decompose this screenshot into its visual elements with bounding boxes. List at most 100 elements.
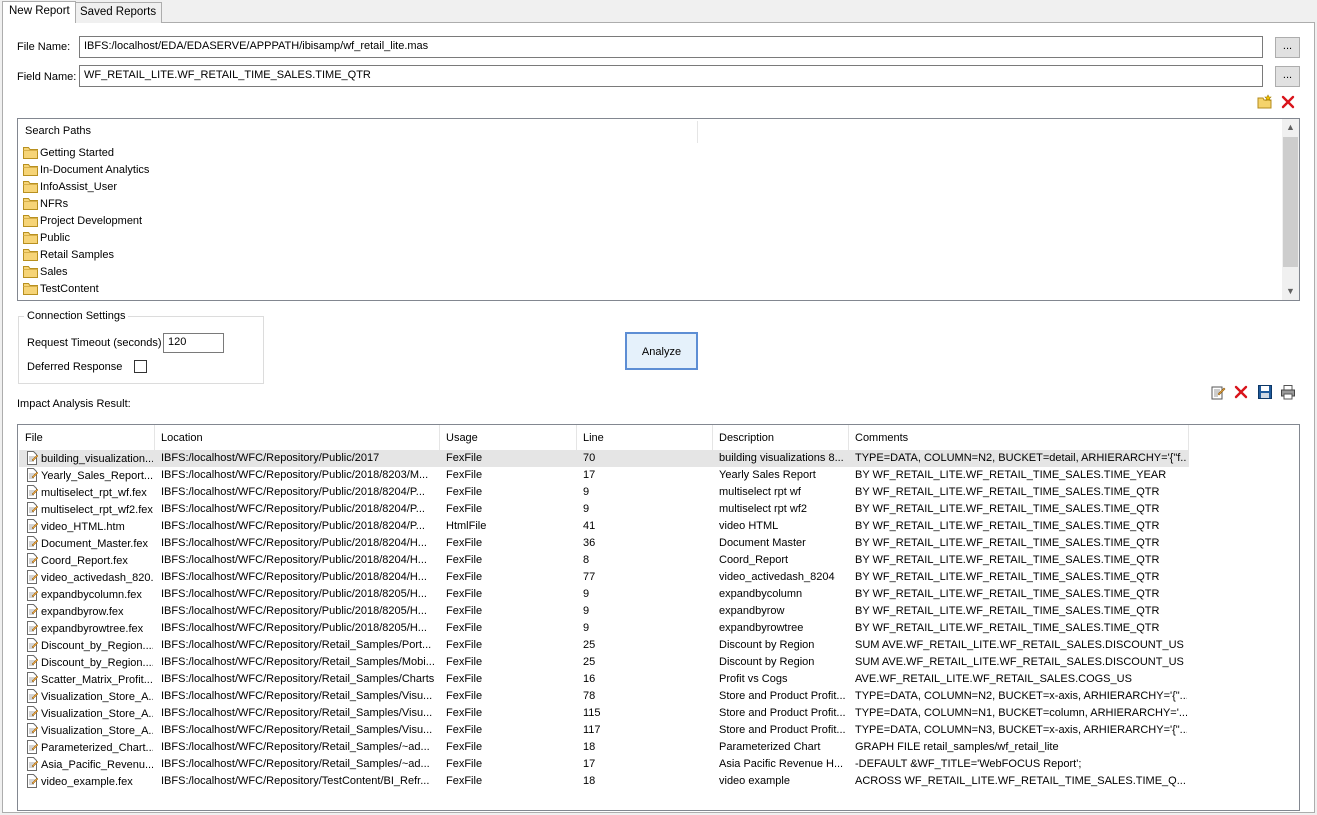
table-row[interactable]: Coord_Report.fex IBFS:/localhost/WFC/Repo… xyxy=(19,552,1189,569)
table-row[interactable]: multiselect_rpt_wf2.fex IBFS:/localhost/W… xyxy=(19,501,1189,518)
file-name-browse-button[interactable]: ... xyxy=(1275,37,1300,58)
col-file-text: Visualization_Store_A... xyxy=(41,691,153,703)
save-icon[interactable] xyxy=(1257,384,1273,400)
col-comments-text: BY WF_RETAIL_LITE.WF_RETAIL_TIME_SALES.T… xyxy=(855,503,1160,515)
search-path-label: Retail Samples xyxy=(40,249,114,261)
table-row[interactable]: expandbyrowtree.fex IBFS:/localhost/WFC/R… xyxy=(19,620,1189,637)
folder-icon xyxy=(23,181,38,193)
table-row[interactable]: Visualization_Store_A... IBFS:/localhost/… xyxy=(19,705,1189,722)
scroll-down-icon[interactable]: ▼ xyxy=(1282,283,1299,300)
col-comments-text: BY WF_RETAIL_LITE.WF_RETAIL_TIME_SALES.T… xyxy=(855,622,1160,634)
col-comments-text: TYPE=DATA, COLUMN=N3, BUCKET=x-axis, ARH… xyxy=(855,724,1187,736)
delete-icon[interactable] xyxy=(1233,384,1249,400)
edit-report-icon[interactable] xyxy=(1210,384,1226,400)
col-location-header[interactable]: Location xyxy=(155,425,440,450)
table-row[interactable]: expandbyrow.fex IBFS:/localhost/WFC/Repos… xyxy=(19,603,1189,620)
search-path-label: TestContent xyxy=(40,283,99,295)
field-name-browse-button[interactable]: ... xyxy=(1275,66,1300,87)
col-comments-cell: BY WF_RETAIL_LITE.WF_RETAIL_TIME_SALES.T… xyxy=(855,536,1187,551)
col-description-text: Discount by Region xyxy=(719,639,815,651)
col-description-header[interactable]: Description xyxy=(713,425,849,450)
table-row[interactable]: Parameterized_Chart.... IBFS:/localhost/W… xyxy=(19,739,1189,756)
col-usage-header[interactable]: Usage xyxy=(440,425,577,450)
fex-file-icon xyxy=(27,587,39,601)
col-comments-text: BY WF_RETAIL_LITE.WF_RETAIL_TIME_SALES.T… xyxy=(855,588,1160,600)
col-file-text: Document_Master.fex xyxy=(41,538,148,550)
col-comments-header[interactable]: Comments xyxy=(849,425,1189,450)
col-usage-cell: FexFile xyxy=(446,621,575,636)
table-row[interactable]: video_activedash_820... IBFS:/localhost/W… xyxy=(19,569,1189,586)
col-file-header[interactable]: File xyxy=(19,425,155,450)
table-row[interactable]: Document_Master.fex IBFS:/localhost/WFC/R… xyxy=(19,535,1189,552)
table-row[interactable]: Discount_by_Region.... IBFS:/localhost/WF… xyxy=(19,637,1189,654)
impact-analysis-results-table[interactable]: File Location Usage Line Description Comments… xyxy=(17,424,1300,811)
col-comments-cell: BY WF_RETAIL_LITE.WF_RETAIL_TIME_SALES.T… xyxy=(855,468,1187,483)
table-row[interactable]: Asia_Pacific_Revenu... IBFS:/localhost/WF… xyxy=(19,756,1189,773)
col-file-cell: Visualization_Store_A... xyxy=(25,706,153,722)
table-row[interactable]: video_HTML.htm IBFS:/localhost/WFC/Reposi… xyxy=(19,518,1189,535)
table-row[interactable]: Scatter_Matrix_Profit... IBFS:/localhost/… xyxy=(19,671,1189,688)
col-location-text: IBFS:/localhost/WFC/Repository/Retail_Sa… xyxy=(161,656,435,668)
deferred-response-checkbox[interactable] xyxy=(134,360,147,373)
search-paths-scrollbar[interactable]: ▲ ▼ xyxy=(1282,119,1299,300)
table-row[interactable]: Visualization_Store_A... IBFS:/localhost/… xyxy=(19,688,1189,705)
request-timeout-input[interactable]: 120 xyxy=(163,333,224,353)
table-row[interactable]: multiselect_rpt_wf.fex IBFS:/localhost/WF… xyxy=(19,484,1189,501)
col-file-cell: Coord_Report.fex xyxy=(25,553,153,569)
col-comments-text: BY WF_RETAIL_LITE.WF_RETAIL_TIME_SALES.T… xyxy=(855,520,1160,532)
table-row[interactable]: Discount_by_Region.... IBFS:/localhost/WF… xyxy=(19,654,1189,671)
col-line-text: 117 xyxy=(583,724,601,736)
fex-file-icon xyxy=(27,485,39,499)
tab-new-report[interactable]: New Report xyxy=(2,1,76,23)
col-line-cell: 117 xyxy=(583,723,711,738)
folder-icon xyxy=(23,232,38,244)
col-location-text: IBFS:/localhost/WFC/Repository/Retail_Sa… xyxy=(161,673,435,685)
search-path-item[interactable]: InfoAssist_User xyxy=(23,180,117,197)
col-line-text: 9 xyxy=(583,622,590,634)
search-path-item[interactable]: TestContent xyxy=(23,282,99,299)
col-usage-cell: FexFile xyxy=(446,689,575,704)
file-name-input[interactable]: IBFS:/localhost/EDA/EDASERVE/APPPATH/ibi… xyxy=(79,36,1263,58)
scroll-up-icon[interactable]: ▲ xyxy=(1282,119,1299,136)
fex-file-icon xyxy=(27,570,39,584)
search-path-item[interactable]: Sales xyxy=(23,265,68,282)
col-usage-cell: FexFile xyxy=(446,723,575,738)
table-row[interactable]: expandbycolumn.fex IBFS:/localhost/WFC/Re… xyxy=(19,586,1189,603)
remove-path-icon[interactable] xyxy=(1280,94,1296,110)
search-path-item[interactable]: In-Document Analytics xyxy=(23,163,149,180)
search-path-item[interactable]: Getting Started xyxy=(23,146,114,163)
col-comments-cell: -DEFAULT &WF_TITLE='WebFOCUS Report'; xyxy=(855,757,1187,772)
scrollbar-thumb[interactable] xyxy=(1283,137,1298,267)
col-file-text: Discount_by_Region.... xyxy=(41,657,153,669)
search-path-item[interactable]: Project Development xyxy=(23,214,142,231)
col-line-text: 9 xyxy=(583,605,590,617)
col-line-header[interactable]: Line xyxy=(577,425,713,450)
add-folder-icon[interactable] xyxy=(1257,94,1273,110)
col-file-text: Coord_Report.fex xyxy=(41,555,128,567)
table-row[interactable]: video_example.fex IBFS:/localhost/WFC/Rep… xyxy=(19,773,1189,790)
search-path-label: In-Document Analytics xyxy=(40,164,150,176)
table-row[interactable]: building_visualization... IBFS:/localhost… xyxy=(19,450,1189,467)
col-description-text: Asia Pacific Revenue H... xyxy=(719,758,844,770)
analyze-button[interactable]: Analyze xyxy=(625,332,698,370)
fex-file-icon xyxy=(27,451,39,465)
col-description-cell: Asia Pacific Revenue H... xyxy=(719,757,847,772)
search-path-item[interactable]: NFRs xyxy=(23,197,68,214)
field-name-input[interactable]: WF_RETAIL_LITE.WF_RETAIL_TIME_SALES.TIME… xyxy=(79,65,1263,87)
col-comments-text: -DEFAULT &WF_TITLE='WebFOCUS Report'; xyxy=(855,758,1082,770)
col-usage-cell: FexFile xyxy=(446,502,575,517)
col-file-text: Visualization_Store_A... xyxy=(41,708,153,720)
tab-saved-reports[interactable]: Saved Reports xyxy=(73,2,163,23)
table-row[interactable]: Visualization_Store_A... IBFS:/localhost/… xyxy=(19,722,1189,739)
search-paths-list[interactable]: Search Paths Getting Started In-Document … xyxy=(17,118,1300,301)
col-location-cell: IBFS:/localhost/WFC/Repository/Retail_Sa… xyxy=(161,706,438,721)
col-file-text: video_example.fex xyxy=(41,776,133,788)
col-description-cell: Store and Product Profit... xyxy=(719,706,847,721)
col-location-text: IBFS:/localhost/WFC/Repository/Retail_Sa… xyxy=(161,758,430,770)
print-icon[interactable] xyxy=(1280,384,1296,400)
table-row[interactable]: Yearly_Sales_Report.... IBFS:/localhost/W… xyxy=(19,467,1189,484)
search-path-item[interactable]: Retail Samples xyxy=(23,248,114,265)
search-path-item[interactable]: Public xyxy=(23,231,70,248)
col-usage-text: FexFile xyxy=(446,452,483,464)
fex-file-icon xyxy=(27,689,39,703)
